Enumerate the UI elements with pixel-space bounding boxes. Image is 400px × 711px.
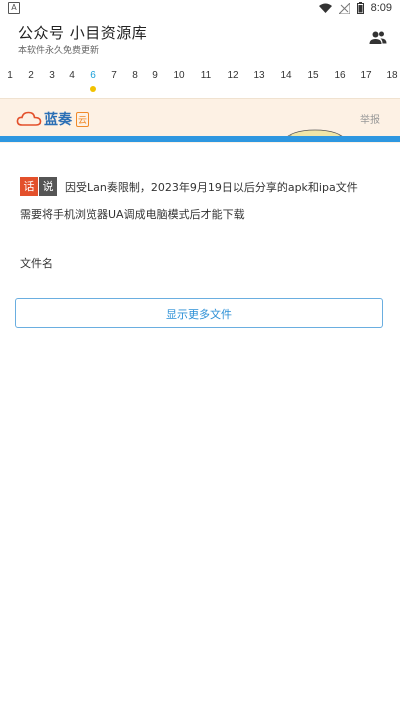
status-bar: A 8:09 <box>0 0 400 16</box>
tab-1[interactable]: 1 <box>7 70 13 81</box>
tab-8[interactable]: 8 <box>132 70 138 81</box>
tab-18[interactable]: 18 <box>386 70 397 81</box>
lanzou-logo: 蓝奏 云 <box>16 109 90 129</box>
battery-icon <box>356 2 364 14</box>
tab-3[interactable]: 3 <box>49 70 55 81</box>
report-link[interactable]: 举报 <box>360 111 380 126</box>
file-list-header: 文件名 <box>20 257 53 270</box>
page-subtitle: 本软件永久免费更新 <box>18 46 100 56</box>
tab-9[interactable]: 9 <box>152 70 158 81</box>
tab-2[interactable]: 2 <box>28 70 34 81</box>
tab-11[interactable]: 11 <box>201 70 211 81</box>
users-icon[interactable] <box>368 28 388 48</box>
tab-16[interactable]: 16 <box>334 70 345 81</box>
tab-13[interactable]: 13 <box>253 70 264 81</box>
notice-line-1: 话说因受Lan奏限制，2023年9月19日以后分享的apk和ipa文件 <box>20 176 390 196</box>
tab-6[interactable]: 6 <box>90 70 96 81</box>
notice-text-1: 因受Lan奏限制，2023年9月19日以后分享的apk和ipa文件 <box>65 180 358 194</box>
notice-badge-shuo: 说 <box>39 177 57 196</box>
logo-badge: 云 <box>76 111 90 127</box>
tab-12[interactable]: 12 <box>227 70 238 81</box>
no-signal-icon <box>338 2 350 14</box>
notice-text-2: 需要将手机浏览器UA调成电脑模式后才能下载 <box>20 208 245 221</box>
logo-text: 蓝奏 <box>44 112 72 128</box>
status-icons: 8:09 <box>318 0 392 16</box>
wifi-icon <box>318 3 332 13</box>
tab-strip: 1 2 3 4 6 7 8 9 10 11 12 13 14 15 16 17 18 <box>0 66 400 96</box>
cloud-icon <box>16 111 42 126</box>
tab-14[interactable]: 14 <box>280 70 291 81</box>
notice-badge-hua: 话 <box>20 177 38 196</box>
app-bar: 公众号 小目资源库 本软件永久免费更新 <box>0 16 400 62</box>
page-title: 公众号 小目资源库 <box>18 24 148 42</box>
tab-10[interactable]: 10 <box>173 70 184 81</box>
tab-4[interactable]: 4 <box>69 70 75 81</box>
banner-bottom-bar <box>0 136 400 142</box>
show-more-files-button[interactable]: 显示更多文件 <box>15 298 383 328</box>
clock: 8:09 <box>370 2 392 14</box>
tab-7[interactable]: 7 <box>111 70 117 81</box>
tab-17[interactable]: 17 <box>360 70 371 81</box>
tab-15[interactable]: 15 <box>307 70 318 81</box>
notification-a-icon: A <box>8 2 20 14</box>
active-tab-indicator <box>90 86 96 92</box>
